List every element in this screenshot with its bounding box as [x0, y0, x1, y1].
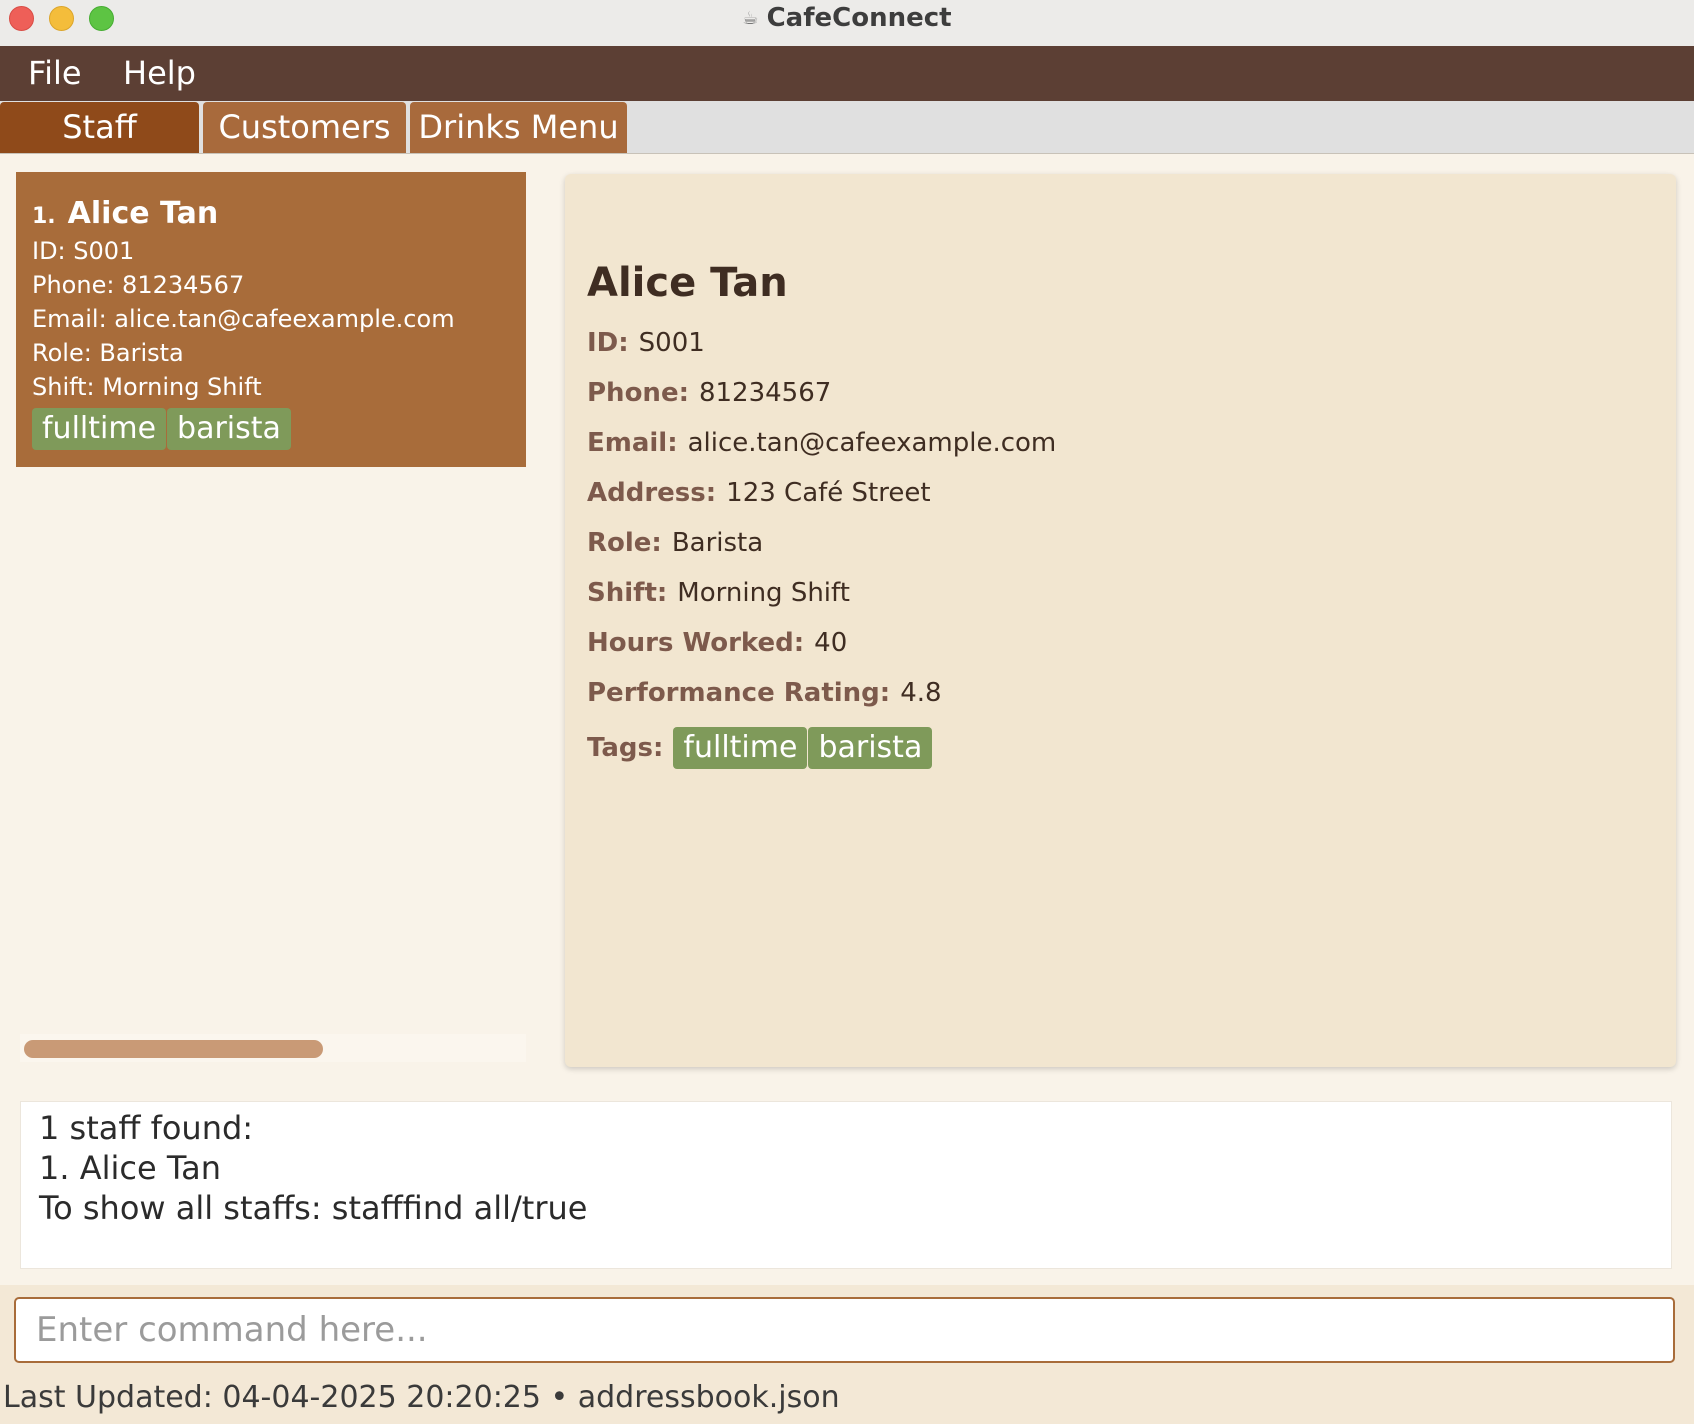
menu-file[interactable]: File	[28, 46, 82, 101]
details-email-value: alice.tan@cafeexample.com	[687, 428, 1057, 458]
details-hours-row: Hours Worked: 40	[587, 625, 847, 661]
staff-list-item[interactable]: 1. Alice Tan ID: S001 Phone: 81234567 Ema…	[16, 172, 526, 467]
menu-bar: File Help	[0, 46, 1694, 101]
details-address-row: Address: 123 Café Street	[587, 475, 931, 511]
details-rating-row: Performance Rating: 4.8	[587, 675, 942, 711]
details-role-row: Role: Barista	[587, 525, 763, 561]
tab-bar: Staff Customers Drinks Menu	[0, 101, 1694, 154]
result-line-1: 1 staff found:	[39, 1109, 254, 1147]
details-phone-value: 81234567	[698, 378, 832, 408]
command-input[interactable]	[14, 1297, 1675, 1363]
details-tag-barista: barista	[808, 726, 933, 769]
details-name: Alice Tan	[587, 260, 788, 306]
staff-list-panel: 1. Alice Tan ID: S001 Phone: 81234567 Ema…	[16, 172, 526, 1067]
result-line-3: To show all staffs: stafffind all/true	[39, 1189, 588, 1227]
status-bar: Last Updated: 04-04-2025 20:20:25 • addr…	[3, 1380, 840, 1415]
title-bar: ☕ CafeConnect	[0, 0, 1694, 47]
result-display: 1 staff found: 1. Alice Tan To show all …	[20, 1101, 1672, 1269]
details-rating-label: Performance Rating:	[587, 678, 891, 708]
window-title-area: ☕ CafeConnect	[0, 0, 1694, 36]
details-rating-value: 4.8	[900, 678, 942, 708]
staff-shift: Shift: Morning Shift	[32, 373, 262, 401]
menu-help[interactable]: Help	[123, 46, 196, 101]
tag-fulltime: fulltime	[32, 408, 167, 450]
tab-drinks-menu[interactable]: Drinks Menu	[410, 102, 627, 153]
staff-tags: fulltime barista	[32, 408, 526, 450]
details-phone-row: Phone: 81234567	[587, 375, 831, 411]
details-tags-label: Tags:	[587, 732, 664, 763]
tab-staff[interactable]: Staff	[0, 102, 199, 153]
staff-name: Alice Tan	[67, 196, 219, 231]
details-id-value: S001	[638, 328, 705, 358]
details-shift-value: Morning Shift	[677, 578, 850, 608]
command-area: Last Updated: 04-04-2025 20:20:25 • addr…	[0, 1285, 1694, 1424]
tab-customers[interactable]: Customers	[203, 102, 406, 153]
staff-id: ID: S001	[32, 237, 135, 265]
details-tag-fulltime: fulltime	[673, 726, 808, 769]
details-address-value: 123 Café Street	[726, 478, 931, 508]
staff-phone: Phone: 81234567	[32, 271, 245, 299]
staff-index: 1.	[32, 204, 56, 229]
staff-card-header: 1. Alice Tan	[32, 194, 526, 234]
details-id-row: ID: S001	[587, 325, 705, 361]
details-hours-label: Hours Worked:	[587, 628, 805, 658]
details-tags-row: Tags: fulltime barista	[587, 726, 933, 769]
details-role-value: Barista	[671, 528, 764, 558]
scrollbar-thumb[interactable]	[24, 1040, 323, 1058]
details-email-label: Email:	[587, 428, 678, 458]
staff-role: Role: Barista	[32, 339, 184, 367]
result-line-2: 1. Alice Tan	[39, 1149, 221, 1187]
details-hours-value: 40	[814, 628, 848, 658]
tag-barista: barista	[167, 408, 291, 450]
details-email-row: Email: alice.tan@cafeexample.com	[587, 425, 1056, 461]
staff-email: Email: alice.tan@cafeexample.com	[32, 305, 455, 333]
horizontal-scrollbar[interactable]	[20, 1034, 526, 1062]
details-address-label: Address:	[587, 478, 717, 508]
details-id-label: ID:	[587, 328, 629, 358]
details-shift-label: Shift:	[587, 578, 668, 608]
details-role-label: Role:	[587, 528, 662, 558]
coffee-cup-icon: ☕	[742, 7, 759, 29]
details-phone-label: Phone:	[587, 378, 689, 408]
staff-details-panel: Alice Tan ID: S001 Phone: 81234567 Email: a…	[565, 174, 1676, 1067]
details-shift-row: Shift: Morning Shift	[587, 575, 850, 611]
window-title: CafeConnect	[766, 3, 952, 33]
